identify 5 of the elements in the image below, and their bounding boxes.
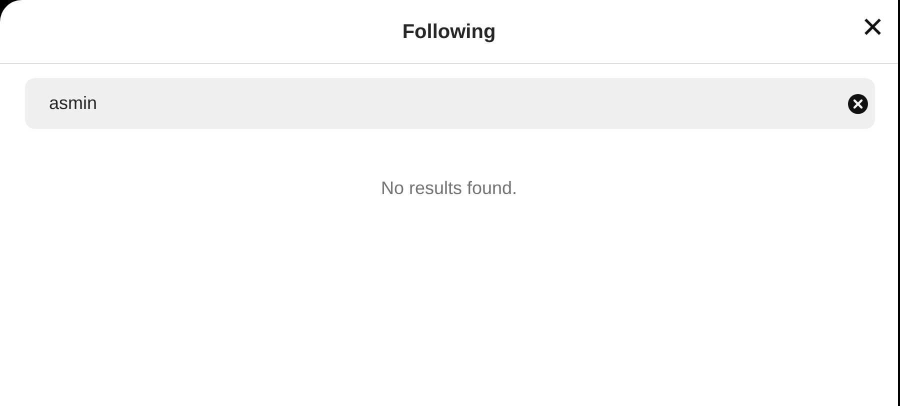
empty-message: No results found. [380,177,518,200]
search-field[interactable]: asmin [25,78,875,129]
close-button[interactable]: ✕ [855,12,890,44]
clear-icon[interactable] [848,94,868,114]
dialog-title: Following [402,20,496,44]
